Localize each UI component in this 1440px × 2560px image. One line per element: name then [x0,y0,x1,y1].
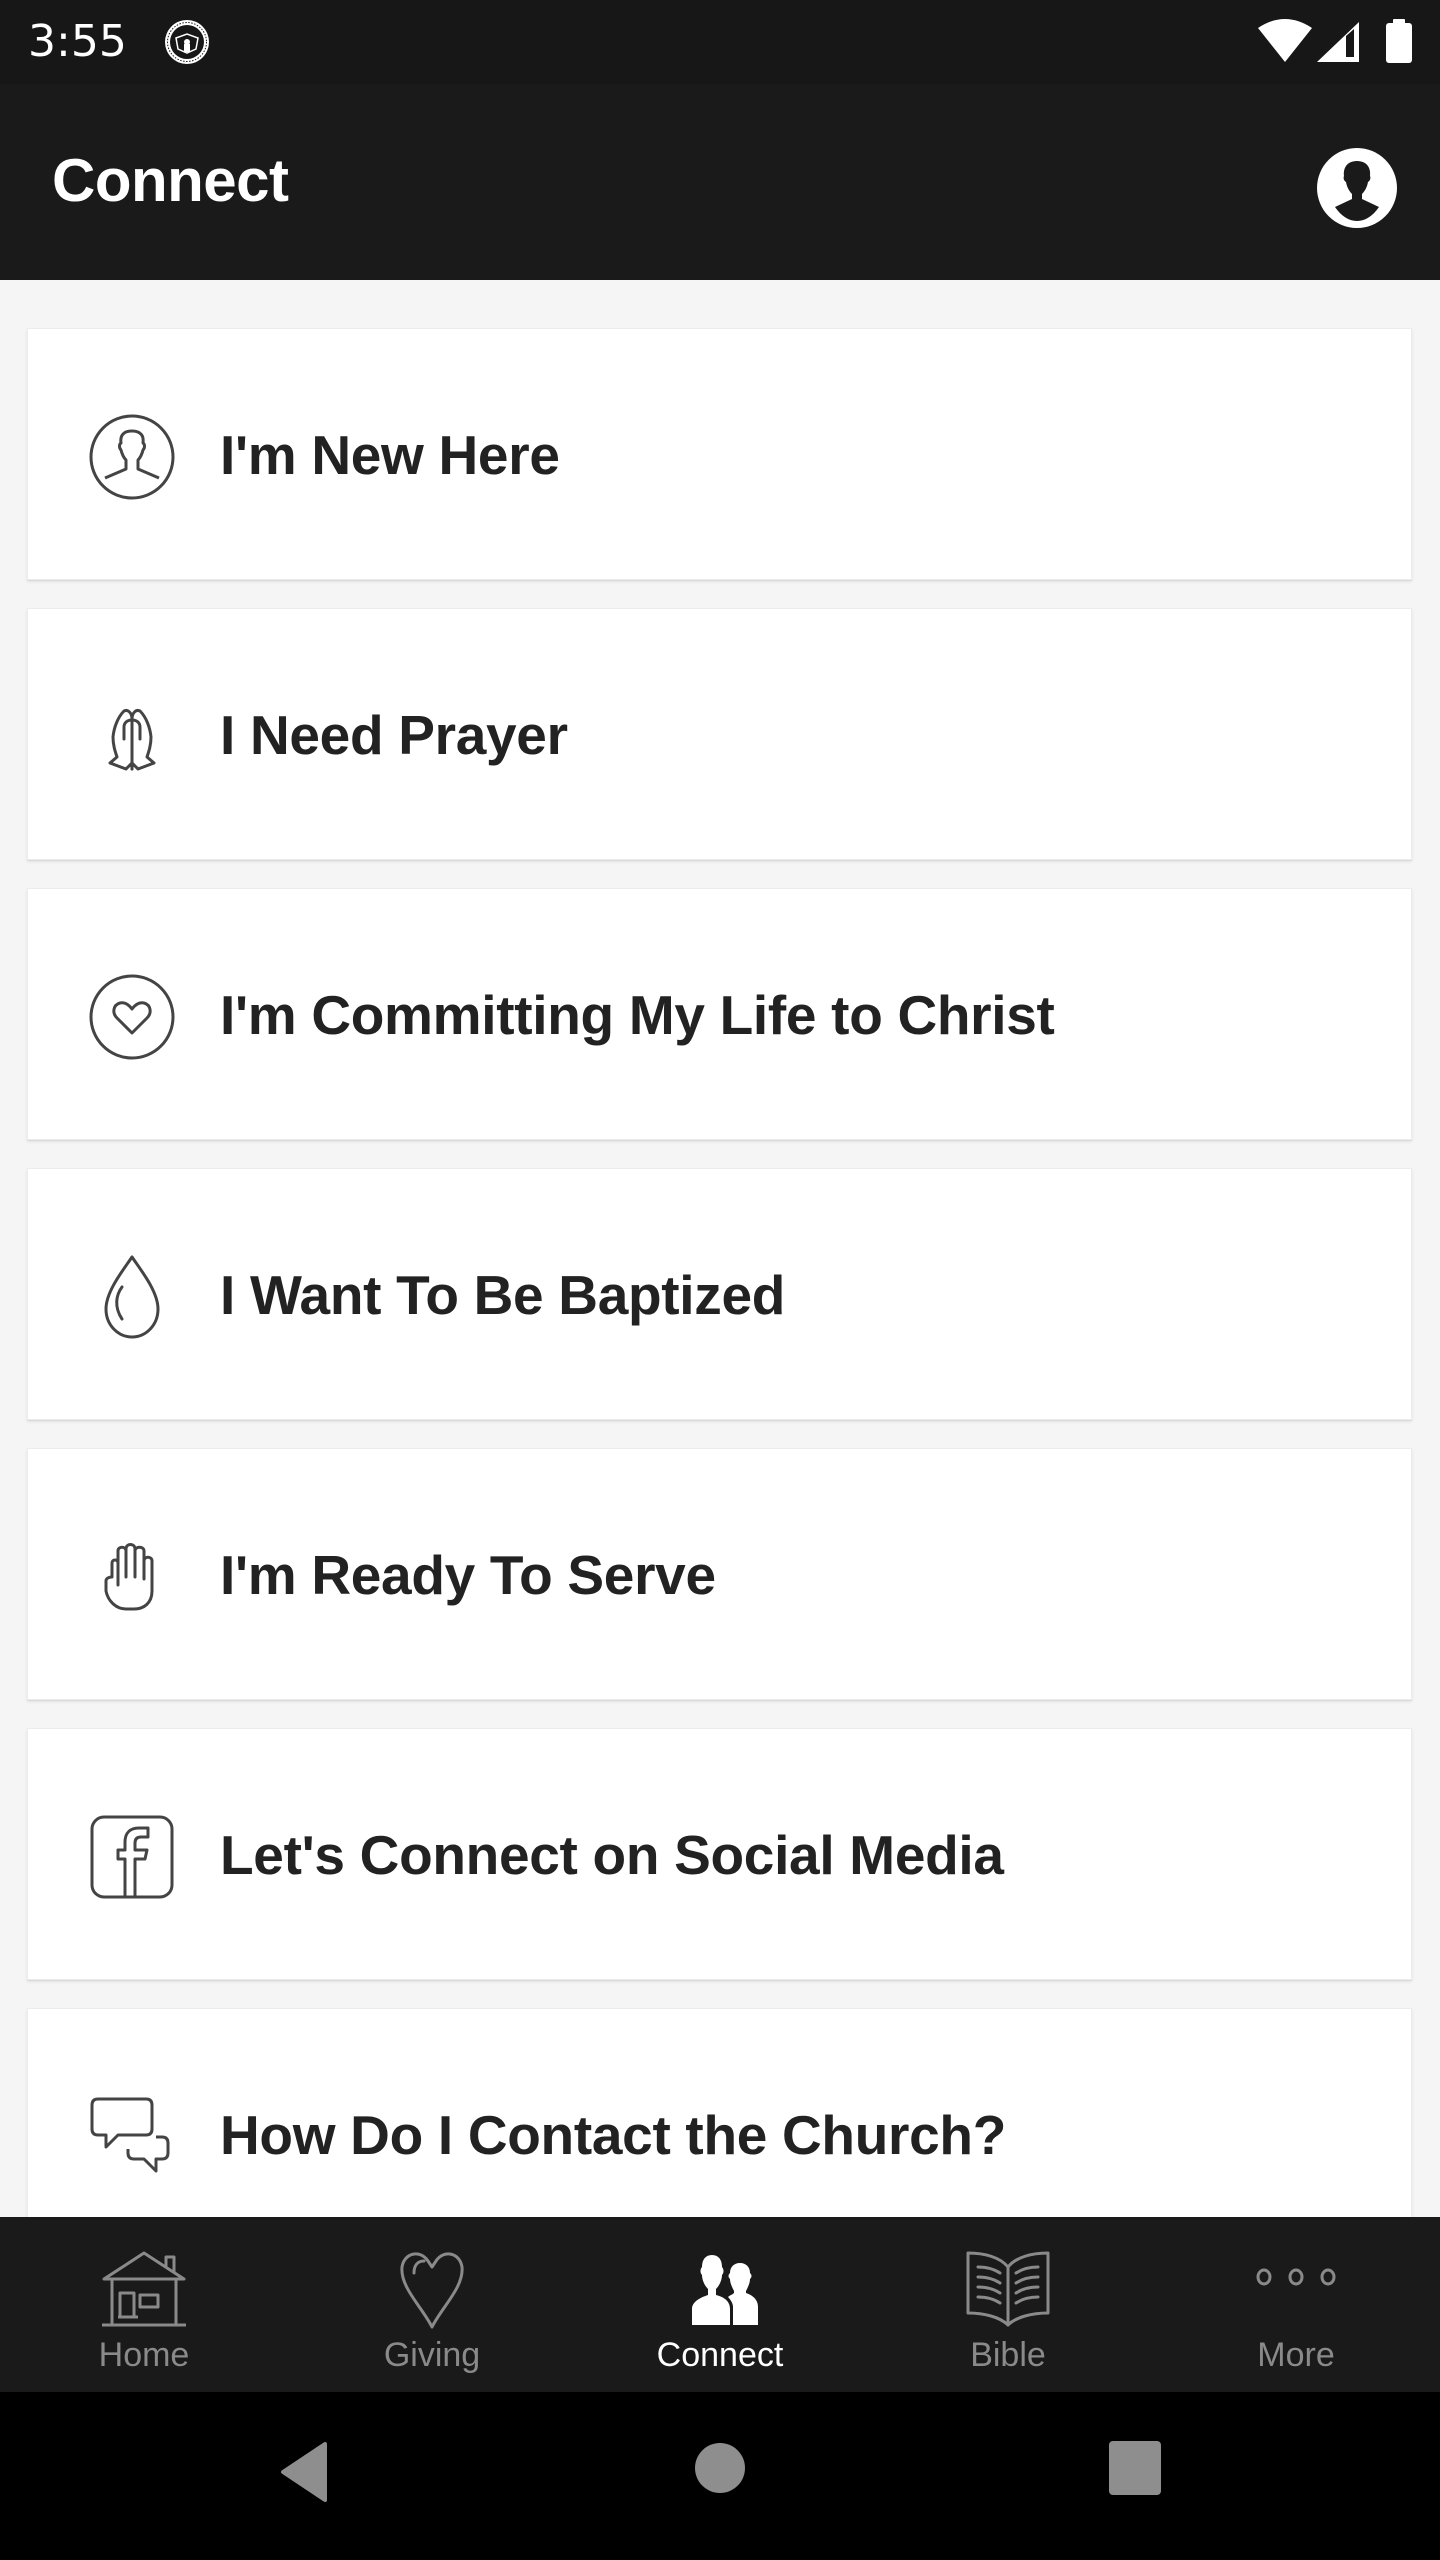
raised-hand-icon [104,1543,154,1611]
nav-connect[interactable]: Connect [576,2217,864,2392]
card-label: I'm Ready To Serve [220,1544,716,1606]
heart-circle-icon [89,974,175,1060]
nav-more[interactable]: More [1152,2217,1440,2392]
nav-bible[interactable]: Bible [864,2217,1152,2392]
card-label: I'm Committing My Life to Christ [220,984,1055,1046]
card-label: I'm New Here [220,424,560,486]
nav-giving[interactable]: Giving [288,2217,576,2392]
home-circle-icon[interactable] [694,2442,746,2494]
card-label: I Want To Be Baptized [220,1264,786,1326]
status-time: 3:55 [28,16,127,67]
card-contact-church[interactable]: How Do I Contact the Church? [27,2008,1412,2217]
card-ready-to-serve[interactable]: I'm Ready To Serve [27,1448,1412,1700]
home-icon [102,2251,186,2327]
status-bar: 3:55 [0,0,1440,84]
battery-icon [1386,19,1412,63]
facebook-icon [90,1815,174,1899]
card-social-media[interactable]: Let's Connect on Social Media [27,1728,1412,1980]
card-need-prayer[interactable]: I Need Prayer [27,608,1412,860]
water-drop-icon [104,1255,160,1339]
cell-signal-icon [1317,22,1359,62]
book-icon [966,2251,1050,2327]
card-label: I Need Prayer [220,704,568,766]
nav-label: Connect [656,2336,784,2374]
church-seal-icon [165,20,209,64]
wifi-icon [1258,19,1312,62]
back-icon[interactable] [275,2440,335,2504]
card-label: How Do I Contact the Church? [220,2104,1007,2166]
connect-list: I'm New Here I Need Prayer I'm Committin… [0,280,1440,2217]
chat-bubbles-icon [90,2097,170,2173]
praying-hands-icon [108,709,156,771]
bottom-nav: Home Giving Connect Bible More [0,2217,1440,2392]
nav-label: Bible [970,2336,1046,2374]
more-dots-icon [1256,2268,1336,2286]
nav-home[interactable]: Home [0,2217,288,2392]
person-circle-icon [89,414,175,500]
profile-icon[interactable] [1315,146,1399,230]
page-title: Connect [52,147,289,214]
nav-label: Home [98,2336,190,2374]
heart-icon [400,2252,464,2329]
nav-label: Giving [383,2336,481,2374]
app-bar: Connect [0,84,1440,280]
nav-label: More [1257,2336,1335,2374]
card-committing-life[interactable]: I'm Committing My Life to Christ [27,888,1412,1140]
card-new-here[interactable]: I'm New Here [27,328,1412,580]
people-icon [692,2255,758,2325]
card-baptized[interactable]: I Want To Be Baptized [27,1168,1412,1420]
system-nav-bar [0,2392,1440,2560]
card-label: Let's Connect on Social Media [220,1824,1004,1886]
recents-icon[interactable] [1108,2440,1162,2496]
